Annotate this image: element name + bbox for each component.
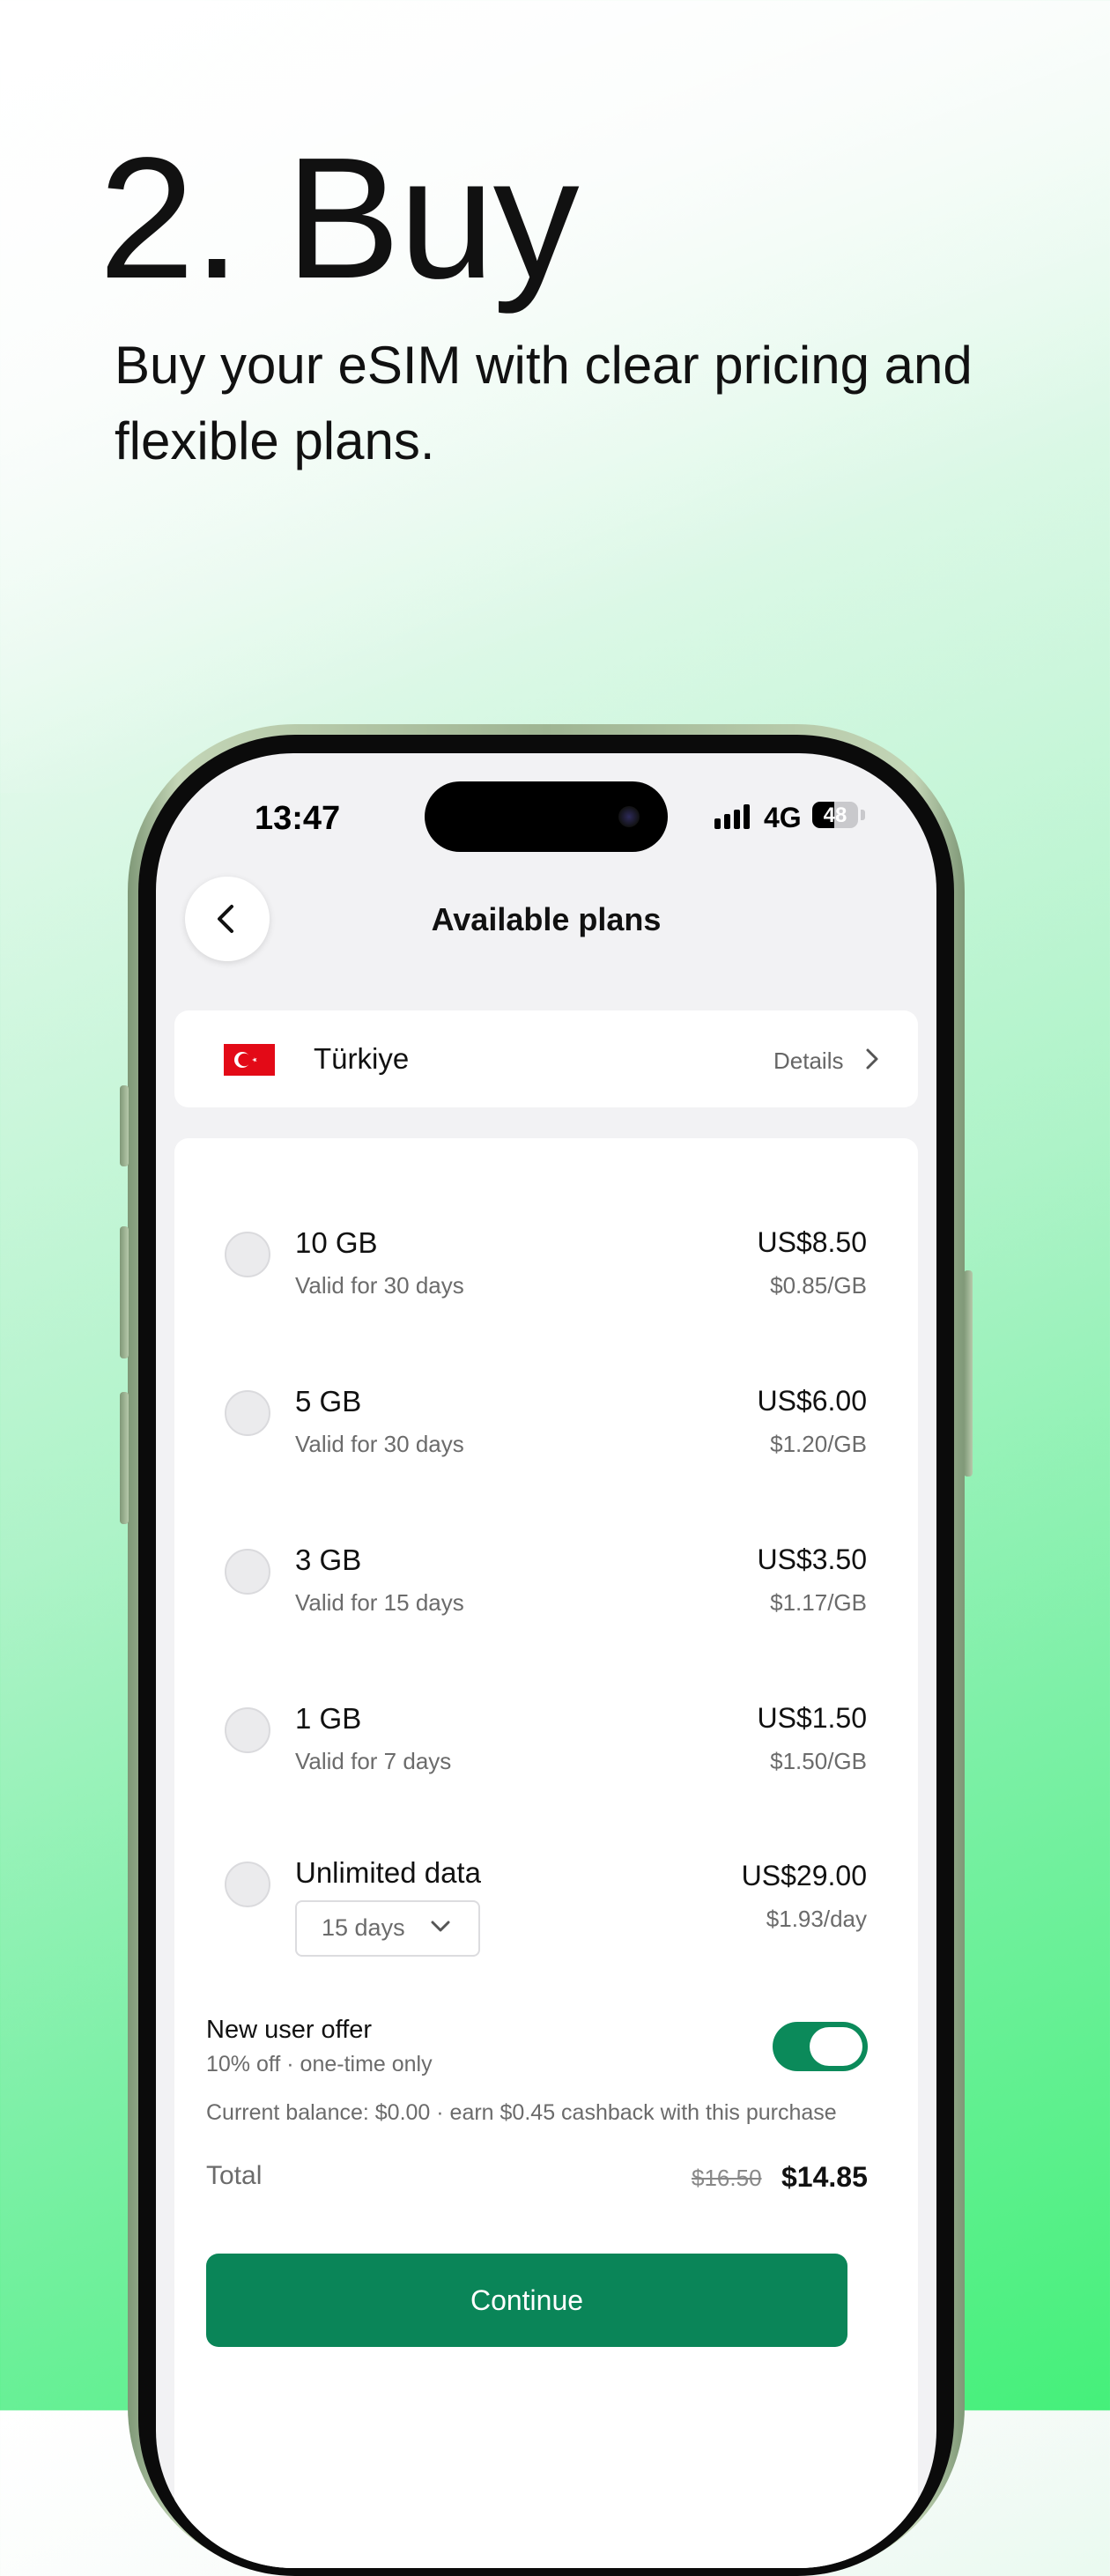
turkey-flag-icon — [224, 1044, 275, 1076]
hero-heading: 2. Buy — [99, 122, 580, 315]
plan-validity: Valid for 15 days — [295, 1589, 464, 1616]
plan-price: US$3.50 — [757, 1543, 867, 1575]
plan-name: Unlimited data — [295, 1856, 481, 1889]
battery-nub — [861, 810, 865, 820]
plan-radio[interactable] — [225, 1390, 270, 1436]
plan-radio[interactable] — [225, 1549, 270, 1595]
chevron-right-icon — [866, 1048, 878, 1070]
duration-value: 15 days — [322, 1914, 405, 1941]
battery-level: 48 — [823, 803, 847, 827]
offer-toggle[interactable] — [773, 2022, 868, 2071]
battery-icon: 48 — [812, 802, 858, 828]
plan-name: 3 GB — [295, 1543, 362, 1576]
plan-radio[interactable] — [225, 1232, 270, 1277]
plan-price: US$1.50 — [757, 1702, 867, 1734]
plan-name: 1 GB — [295, 1702, 362, 1735]
phone-side-button — [964, 1270, 973, 1477]
plan-option[interactable]: 5 GB Valid for 30 days US$6.00 $1.20/GB — [174, 1374, 918, 1471]
offer-subtitle: 10% off · one-time only — [206, 2052, 433, 2076]
plan-validity: Valid for 30 days — [295, 1272, 464, 1299]
plan-validity: Valid for 30 days — [295, 1431, 464, 1457]
plan-price: US$6.00 — [757, 1385, 867, 1417]
plan-option[interactable]: 3 GB Valid for 15 days US$3.50 $1.17/GB — [174, 1533, 918, 1630]
continue-button[interactable]: Continue — [206, 2254, 847, 2347]
plan-validity: Valid for 7 days — [295, 1748, 452, 1774]
plan-radio[interactable] — [225, 1862, 270, 1907]
chevron-down-icon — [431, 1921, 450, 1932]
plan-unit-price: $1.17/GB — [770, 1589, 867, 1616]
details-link[interactable]: Details — [773, 1047, 843, 1075]
plan-name: 10 GB — [295, 1226, 378, 1259]
network-type: 4G — [764, 802, 802, 833]
plan-price: US$8.50 — [757, 1226, 867, 1258]
offer-title: New user offer — [206, 2016, 373, 2044]
total-label: Total — [206, 2161, 263, 2190]
plan-option[interactable]: 10 GB Valid for 30 days US$8.50 $0.85/GB — [174, 1216, 918, 1313]
country-name: Türkiye — [314, 1042, 410, 1075]
toggle-knob — [810, 2027, 862, 2066]
country-row[interactable]: Türkiye Details — [174, 1010, 918, 1107]
phone-volume-down-button — [120, 1392, 129, 1524]
status-time: 13:47 — [255, 800, 341, 837]
plan-unit-price: $1.50/GB — [770, 1748, 867, 1774]
plan-unit-price: $1.93/day — [766, 1906, 867, 1932]
plan-radio[interactable] — [225, 1707, 270, 1753]
plan-unit-price: $1.20/GB — [770, 1431, 867, 1457]
plan-name: 5 GB — [295, 1385, 362, 1418]
original-total: $16.50 — [692, 2165, 762, 2191]
dynamic-island — [425, 781, 668, 852]
phone-screen: 13:47 4G 48 Available plans Türkiye Deta… — [156, 753, 936, 2568]
phone-action-button — [120, 1085, 129, 1166]
plan-option-unlimited[interactable]: Unlimited data 15 days US$29.00 $1.93/da… — [174, 1846, 918, 1978]
plan-unit-price: $0.85/GB — [770, 1272, 867, 1299]
phone-volume-up-button — [120, 1226, 129, 1358]
plan-price: US$29.00 — [741, 1860, 867, 1891]
balance-note: Current balance: $0.00 · earn $0.45 cash… — [206, 2100, 837, 2125]
plan-option[interactable]: 1 GB Valid for 7 days US$1.50 $1.50/GB — [174, 1691, 918, 1788]
hero-subheading: Buy your eSIM with clear pricing and fle… — [115, 336, 973, 470]
signal-bars-icon — [714, 804, 751, 829]
duration-select[interactable]: 15 days — [295, 1900, 480, 1957]
camera-icon — [618, 806, 640, 827]
discounted-total: $14.85 — [781, 2161, 868, 2193]
page-title: Available plans — [431, 901, 662, 937]
